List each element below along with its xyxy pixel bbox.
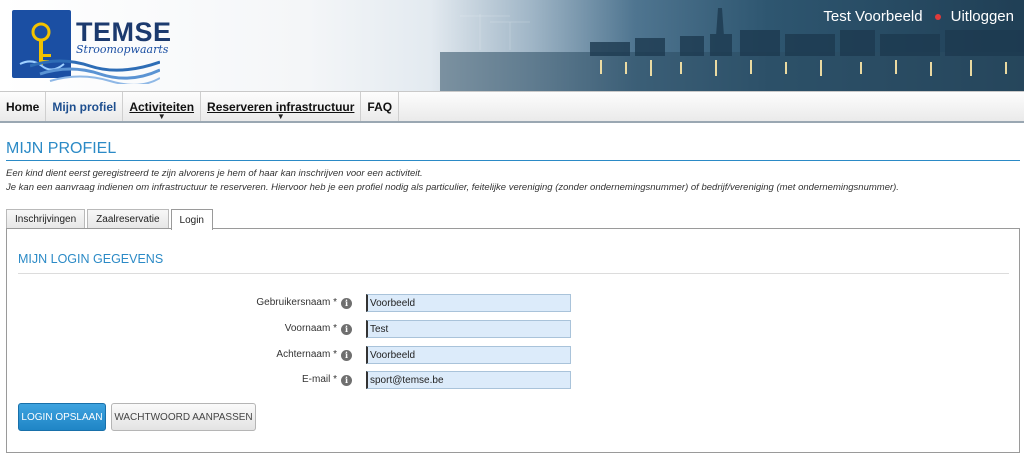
field-label: E-mail * <box>301 374 337 385</box>
nav-item-activiteiten[interactable]: Activiteiten ▼ <box>123 92 202 121</box>
user-name-link[interactable]: Test Voorbeeld <box>823 8 922 25</box>
form-row-voornaam: Voornaam * i <box>7 320 1021 340</box>
title-divider <box>6 160 1020 161</box>
nav-item-reserveren[interactable]: Reserveren infrastructuur ▼ <box>201 92 362 121</box>
info-icon[interactable]: i <box>341 324 352 335</box>
field-label: Voornaam * <box>284 323 337 334</box>
site-header: TEMSE Stroomopwaarts Test Voorbeeld Uitl… <box>0 0 1024 91</box>
tab-login[interactable]: Login <box>170 209 213 230</box>
intro-line: Een kind dient eerst geregistreerd te zi… <box>6 168 423 179</box>
login-panel: MIJN LOGIN GEGEVENS Gebruikersnaam * i V… <box>6 228 1020 453</box>
chevron-down-icon: ▼ <box>157 112 166 121</box>
save-login-button[interactable]: LOGIN OPSLAAN <box>18 403 106 431</box>
first-name-input[interactable] <box>366 320 571 338</box>
nav-item-faq[interactable]: FAQ <box>361 92 400 121</box>
panel-title: MIJN LOGIN GEGEVENS <box>18 252 164 266</box>
intro-line: Je kan een aanvraag indienen om infrastr… <box>6 182 899 193</box>
nav-item-home[interactable]: Home <box>0 92 47 121</box>
logo-waves <box>30 59 160 84</box>
form-row-achternaam: Achternaam * i <box>7 346 1021 366</box>
info-icon[interactable]: i <box>341 350 352 361</box>
nav-label: Home <box>6 99 40 114</box>
main-navigation: Home Mijn profiel Activiteiten ▼ Reserver… <box>0 91 1024 123</box>
info-icon[interactable]: i <box>341 375 352 386</box>
page-title: MIJN PROFIEL <box>6 140 117 157</box>
field-label: Gebruikersnaam * <box>256 297 337 308</box>
email-input[interactable] <box>366 371 571 389</box>
panel-divider <box>18 273 1009 274</box>
tab-zaalreservatie[interactable]: Zaalreservatie <box>87 209 169 229</box>
user-menu: Test Voorbeeld Uitloggen <box>823 8 1014 25</box>
field-label: Achternaam * <box>276 349 337 360</box>
separator-dot <box>934 13 941 20</box>
form-row-email: E-mail * i <box>7 371 1021 391</box>
nav-item-mijn-profiel[interactable]: Mijn profiel <box>46 92 124 121</box>
last-name-input[interactable] <box>366 346 571 364</box>
intro-text: Een kind dient eerst geregistreerd te zi… <box>6 167 899 195</box>
nav-label: FAQ <box>367 99 393 114</box>
form-row-gebruikersnaam: Gebruikersnaam * i <box>7 294 1021 314</box>
chevron-down-icon: ▼ <box>276 112 285 121</box>
change-password-button[interactable]: WACHTWOORD AANPASSEN <box>111 403 256 431</box>
username-input[interactable] <box>366 294 571 312</box>
profile-tabs: Inschrijvingen Zaalreservatie Login <box>6 209 215 230</box>
logout-link[interactable]: Uitloggen <box>951 8 1014 25</box>
nav-label: Mijn profiel <box>52 99 117 114</box>
tab-inschrijvingen[interactable]: Inschrijvingen <box>6 209 86 229</box>
info-icon[interactable]: i <box>341 298 352 309</box>
